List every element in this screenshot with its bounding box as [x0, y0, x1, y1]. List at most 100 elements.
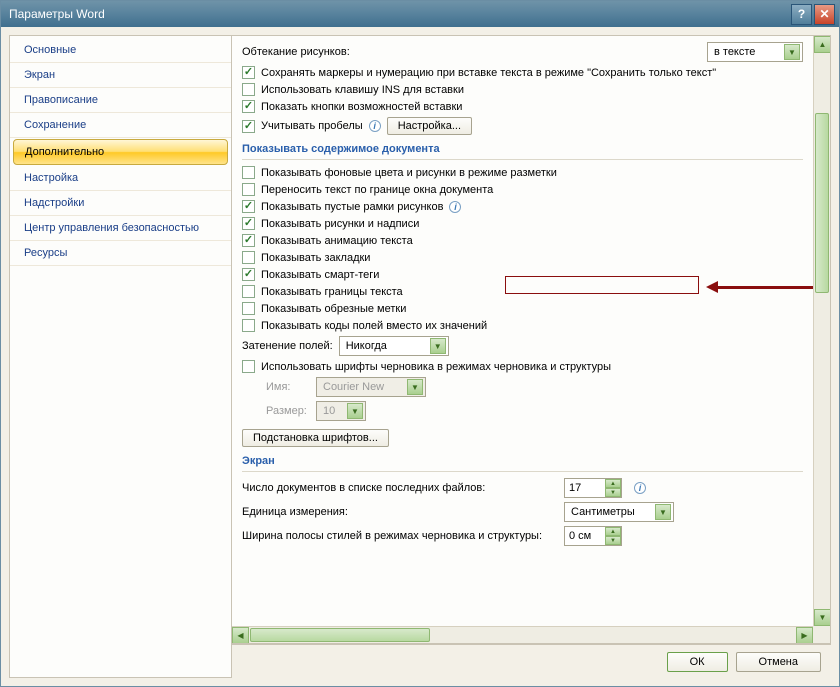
checkbox-label: Переносить текст по границе окна докумен… [261, 184, 493, 196]
checkbox[interactable] [242, 217, 255, 230]
doc-check-2: Показывать пустые рамки рисунков i [242, 198, 803, 215]
checkbox[interactable] [242, 200, 255, 213]
paste-check-3: Учитывать пробелы i Настройка... [242, 115, 803, 137]
wrap-label: Обтекание рисунков: [242, 46, 350, 58]
doc-check-1: Переносить текст по границе окна докумен… [242, 181, 803, 198]
recent-spinbox[interactable]: ▲ ▼ [564, 478, 622, 498]
ok-button[interactable]: ОК [667, 652, 728, 672]
recent-row: Число документов в списке последних файл… [242, 476, 803, 500]
checkbox[interactable] [242, 66, 255, 79]
cancel-button[interactable]: Отмена [736, 652, 821, 672]
font-size-select: 10 ▼ [316, 401, 366, 421]
checkbox[interactable] [242, 360, 255, 373]
scroll-thumb[interactable] [815, 113, 829, 293]
scroll-thumb[interactable] [250, 628, 430, 642]
sidebar-item-proofing[interactable]: Правописание [10, 88, 231, 113]
spin-down-icon[interactable]: ▼ [605, 536, 621, 545]
sidebar-item-advanced[interactable]: Дополнительно [13, 139, 228, 165]
checkbox-label: Показывать закладки [261, 252, 370, 264]
paste-check-2: Показать кнопки возможностей вставки [242, 98, 803, 115]
checkbox-label: Учитывать пробелы [261, 120, 363, 132]
vertical-scrollbar[interactable]: ▲ ▼ [813, 36, 830, 626]
style-width-label: Ширина полосы стилей в режимах черновика… [242, 530, 552, 542]
font-name-value: Courier New [323, 381, 403, 393]
style-width-spinbox[interactable]: ▲ ▼ [564, 526, 622, 546]
checkbox-label: Показывать границы текста [261, 286, 403, 298]
info-icon[interactable]: i [634, 482, 646, 494]
shading-select[interactable]: Никогда ▼ [339, 336, 449, 356]
sidebar-item-addins[interactable]: Надстройки [10, 191, 231, 216]
shading-label: Затенение полей: [242, 340, 333, 352]
checkbox[interactable] [242, 166, 255, 179]
horizontal-scrollbar[interactable]: ◀ ▶ [232, 626, 813, 643]
dialog-footer: ОК Отмена [232, 644, 831, 678]
spin-up-icon[interactable]: ▲ [605, 527, 621, 536]
checkbox[interactable] [242, 120, 255, 133]
draft-font-check: Использовать шрифты черновика в режимах … [242, 358, 803, 375]
recent-label: Число документов в списке последних файл… [242, 482, 552, 494]
settings-button[interactable]: Настройка... [387, 117, 472, 135]
checkbox[interactable] [242, 285, 255, 298]
scroll-down-icon[interactable]: ▼ [814, 609, 831, 626]
spin-down-icon[interactable]: ▼ [605, 488, 621, 497]
doc-check-5: Показывать закладки [242, 249, 803, 266]
checkbox-label: Показывать смарт-теги [261, 269, 379, 281]
checkbox-label: Сохранять маркеры и нумерацию при вставк… [261, 67, 716, 79]
scroll-right-icon[interactable]: ▶ [796, 627, 813, 644]
font-name-select: Courier New ▼ [316, 377, 426, 397]
scroll-up-icon[interactable]: ▲ [814, 36, 831, 53]
sidebar-item-resources[interactable]: Ресурсы [10, 241, 231, 266]
close-button[interactable]: ✕ [814, 4, 835, 25]
recent-input[interactable] [565, 479, 605, 497]
checkbox[interactable] [242, 319, 255, 332]
sidebar-item-general[interactable]: Основные [10, 38, 231, 63]
help-button[interactable]: ? [791, 4, 812, 25]
units-label: Единица измерения: [242, 506, 552, 518]
checkbox[interactable] [242, 251, 255, 264]
checkbox[interactable] [242, 268, 255, 281]
shading-select-value: Никогда [346, 340, 426, 352]
scroll-track[interactable] [814, 53, 830, 609]
sidebar-item-display[interactable]: Экран [10, 63, 231, 88]
checkbox-label: Показывать коды полей вместо их значений [261, 320, 487, 332]
dialog-body: Основные Экран Правописание Сохранение Д… [1, 27, 839, 686]
doc-check-7: Показывать границы текста [242, 283, 803, 300]
info-icon[interactable]: i [449, 201, 461, 213]
checkbox[interactable] [242, 302, 255, 315]
units-select[interactable]: Сантиметры ▼ [564, 502, 674, 522]
checkbox[interactable] [242, 234, 255, 247]
spin-up-icon[interactable]: ▲ [605, 479, 621, 488]
checkbox-label: Показывать обрезные метки [261, 303, 406, 315]
sidebar-item-save[interactable]: Сохранение [10, 113, 231, 138]
sidebar-item-trust[interactable]: Центр управления безопасностью [10, 216, 231, 241]
window-title: Параметры Word [9, 7, 789, 21]
checkbox[interactable] [242, 183, 255, 196]
checkbox-label: Показывать фоновые цвета и рисунки в реж… [261, 167, 557, 179]
checkbox-label: Показывать рисунки и надписи [261, 218, 419, 230]
checkbox[interactable] [242, 83, 255, 96]
chevron-down-icon: ▼ [655, 504, 671, 520]
scroll-left-icon[interactable]: ◀ [232, 627, 249, 644]
checkbox[interactable] [242, 100, 255, 113]
checkbox-label: Использовать клавишу INS для вставки [261, 84, 464, 96]
wrap-select[interactable]: в тексте ▼ [707, 42, 803, 62]
sidebar-item-customize[interactable]: Настройка [10, 166, 231, 191]
info-icon[interactable]: i [369, 120, 381, 132]
paste-check-0: Сохранять маркеры и нумерацию при вставк… [242, 64, 803, 81]
units-row: Единица измерения: Сантиметры ▼ [242, 500, 803, 524]
chevron-down-icon: ▼ [347, 403, 363, 419]
paste-check-1: Использовать клавишу INS для вставки [242, 81, 803, 98]
chevron-down-icon: ▼ [784, 44, 800, 60]
scroll-corner [813, 626, 830, 643]
checkbox-label: Использовать шрифты черновика в режимах … [261, 361, 611, 373]
chevron-down-icon: ▼ [407, 379, 423, 395]
style-width-input[interactable] [565, 527, 605, 545]
style-width-row: Ширина полосы стилей в режимах черновика… [242, 524, 803, 548]
content-wrap: Обтекание рисунков: в тексте ▼ Сохранять… [232, 35, 831, 678]
titlebar: Параметры Word ? ✕ [1, 1, 839, 27]
checkbox-label: Показывать анимацию текста [261, 235, 413, 247]
doc-check-9: Показывать коды полей вместо их значений [242, 317, 803, 334]
font-substitution-button[interactable]: Подстановка шрифтов... [242, 429, 389, 447]
doc-check-8: Показывать обрезные метки [242, 300, 803, 317]
top-row: Обтекание рисунков: в тексте ▼ [242, 40, 803, 64]
